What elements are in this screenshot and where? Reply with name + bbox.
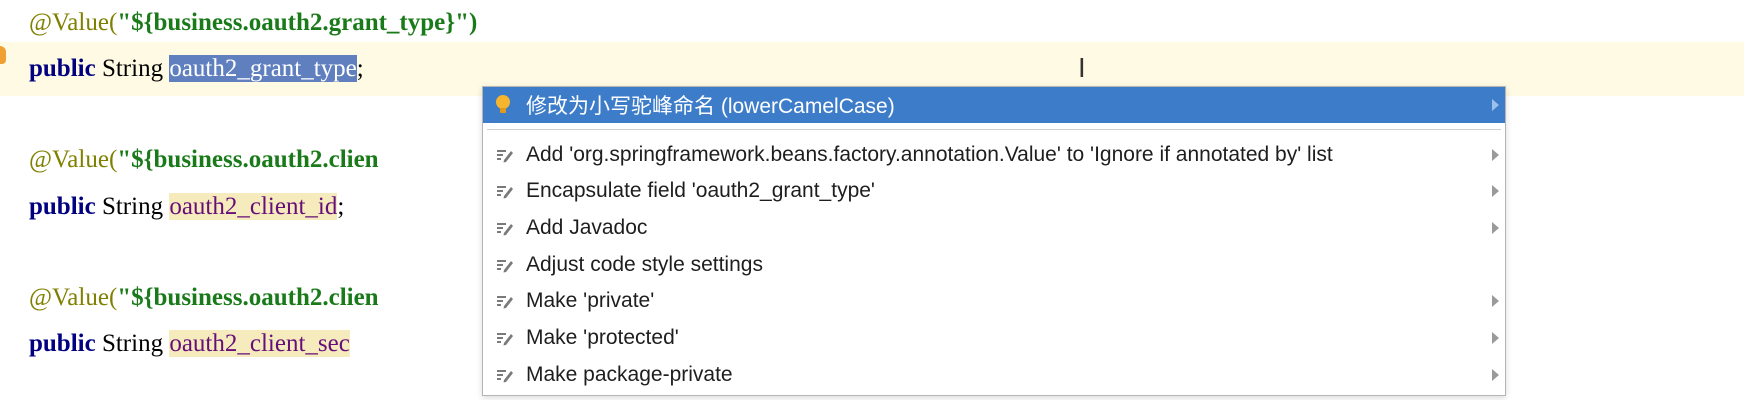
keyword: public xyxy=(29,193,96,220)
field-identifier[interactable]: oauth2_client_sec xyxy=(169,330,350,357)
intention-item-label: Add 'org.springframework.beans.factory.a… xyxy=(526,143,1333,166)
edit-icon xyxy=(497,223,513,236)
intention-item-label: Make package-private xyxy=(526,363,733,386)
gutter-bulb-icon[interactable] xyxy=(0,46,6,64)
intention-actions-popup[interactable]: 修改为小写驼峰命名 (lowerCamelCase) Add 'org.spri… xyxy=(482,86,1506,396)
type: String xyxy=(95,193,170,220)
submenu-arrow-icon[interactable] xyxy=(1492,222,1499,234)
keyword: public xyxy=(29,55,96,82)
annotation-string: ${business.oauth2.clien xyxy=(131,146,379,173)
submenu-arrow-icon[interactable] xyxy=(1492,149,1499,161)
edit-icon xyxy=(497,370,513,383)
intention-item-label: Encapsulate field 'oauth2_grant_type' xyxy=(526,179,875,202)
submenu-arrow-icon[interactable] xyxy=(1492,332,1499,344)
annotation: @Value( xyxy=(29,284,118,311)
annotation: @Value( xyxy=(29,146,118,173)
string-quote-close: ") xyxy=(455,9,478,36)
intention-item-adjust-code-style[interactable]: Adjust code style settings xyxy=(483,247,1505,283)
annotation-string: ${business.oauth2.clien xyxy=(131,284,379,311)
string-quote: " xyxy=(117,9,132,36)
submenu-arrow-icon[interactable] xyxy=(1492,369,1499,381)
edit-icon xyxy=(497,150,513,163)
string-quote: " xyxy=(117,146,132,173)
intention-item-label: Adjust code style settings xyxy=(526,253,763,276)
code-line-3[interactable]: @Value("${business.oauth2.clien xyxy=(29,143,379,177)
code-line-1[interactable]: @Value("${business.oauth2.grant_type}") xyxy=(29,6,477,40)
intention-item-label: Make 'protected' xyxy=(526,326,679,349)
intention-item-make-protected[interactable]: Make 'protected' xyxy=(483,320,1505,356)
intention-item-add-javadoc[interactable]: Add Javadoc xyxy=(483,210,1505,246)
submenu-arrow-icon[interactable] xyxy=(1492,99,1499,111)
edit-icon xyxy=(497,260,513,273)
code-line-2[interactable]: public String oauth2_grant_type; xyxy=(29,52,364,86)
intention-item-make-package-private[interactable]: Make package-private xyxy=(483,357,1505,393)
type: String xyxy=(95,330,170,357)
annotation: @Value( xyxy=(29,9,118,36)
edit-icon xyxy=(497,333,513,346)
popup-separator xyxy=(487,129,1501,130)
semicolon: ; xyxy=(356,55,364,82)
bulb-icon xyxy=(496,95,510,113)
code-line-6[interactable]: public String oauth2_client_sec xyxy=(29,327,350,361)
code-line-5[interactable]: @Value("${business.oauth2.clien xyxy=(29,281,379,315)
submenu-arrow-icon[interactable] xyxy=(1492,185,1499,197)
submenu-arrow-icon[interactable] xyxy=(1492,295,1499,307)
intention-item-encapsulate-field[interactable]: Encapsulate field 'oauth2_grant_type' xyxy=(483,173,1505,209)
intention-item-make-private[interactable]: Make 'private' xyxy=(483,283,1505,319)
string-quote: " xyxy=(117,284,132,311)
edit-icon xyxy=(497,186,513,199)
field-identifier[interactable]: oauth2_client_id xyxy=(169,193,338,220)
intention-item-label: 修改为小写驼峰命名 (lowerCamelCase) xyxy=(526,95,895,118)
semicolon: ; xyxy=(337,193,345,220)
keyword: public xyxy=(29,330,96,357)
intention-item-label: Make 'private' xyxy=(526,289,655,312)
intention-item-label: Add Javadoc xyxy=(526,216,648,239)
text-cursor-icon: I xyxy=(1078,54,1086,84)
annotation-string: ${business.oauth2.grant_type} xyxy=(131,9,456,36)
code-line-4[interactable]: public String oauth2_client_id; xyxy=(29,190,344,224)
intention-item-ignore-annotated[interactable]: Add 'org.springframework.beans.factory.a… xyxy=(483,137,1505,173)
type: String xyxy=(95,55,170,82)
edit-icon xyxy=(497,296,513,309)
intention-item-lower-camel-case[interactable]: 修改为小写驼峰命名 (lowerCamelCase) xyxy=(483,87,1505,123)
field-identifier-selected[interactable]: oauth2_grant_type xyxy=(169,55,357,82)
